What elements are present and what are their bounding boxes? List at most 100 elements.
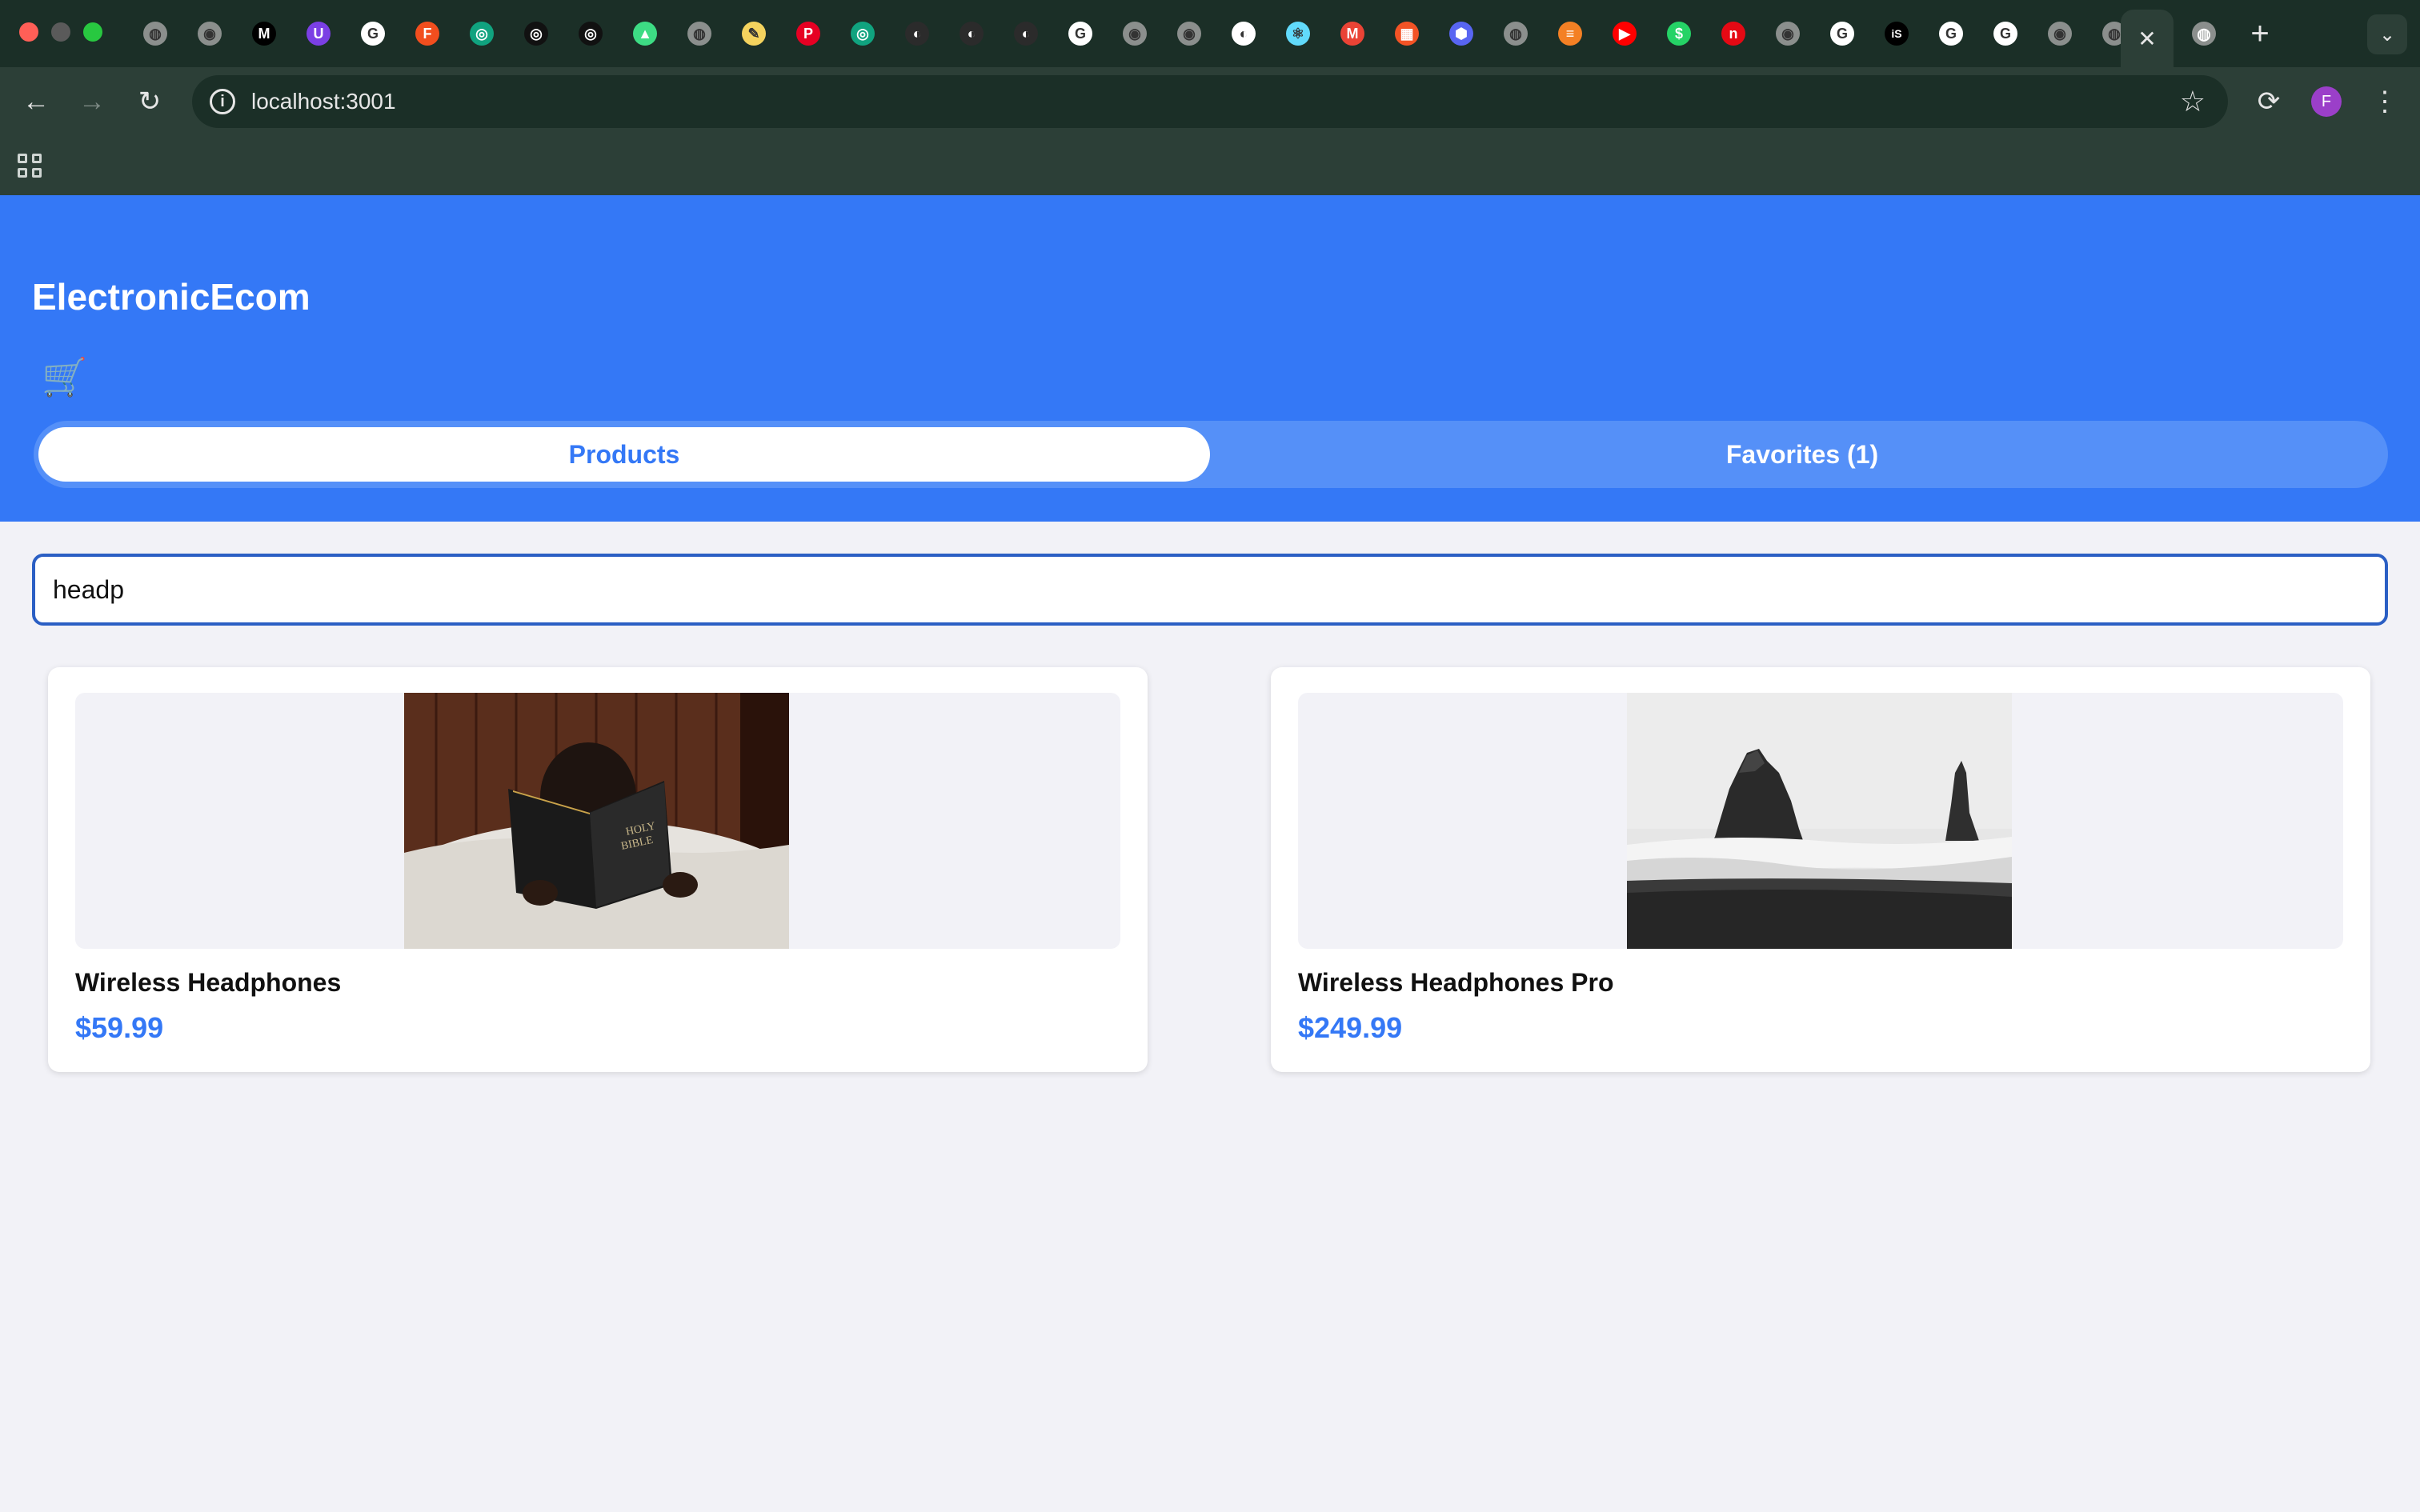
- child-reading-bible-photo: HOLY BIBLE: [404, 693, 789, 949]
- close-icon[interactable]: ✕: [2138, 26, 2156, 52]
- tab-list: ◍ ◉ M U G F ◎ ◎ ◎ ▲ ◍ ✎ P ◎ ◐ ◐ ◐ G ◉ ◉ ◐ ⚛ M ▦ ⬢ ◍ ≡ ▶ $ n ◉ GiS G G ◉ ◍: [128, 13, 2142, 54]
- product-card[interactable]: Wireless Headphones Pro $249.99: [1271, 667, 2370, 1072]
- tab[interactable]: G: [1924, 13, 1978, 54]
- figma-icon: F: [415, 22, 439, 46]
- tab[interactable]: ⬢: [1434, 13, 1488, 54]
- tab[interactable]: ◉: [1108, 13, 1162, 54]
- tab[interactable]: ◍: [672, 13, 727, 54]
- bookmarks-bar: [0, 134, 2420, 195]
- back-button[interactable]: ←: [16, 82, 56, 122]
- chrome-icon: ◉: [1123, 22, 1147, 46]
- chrome-icon: ◉: [1776, 22, 1800, 46]
- product-price: $59.99: [75, 1011, 164, 1044]
- forward-button[interactable]: →: [72, 82, 112, 122]
- tab[interactable]: ◐: [1216, 13, 1271, 54]
- extension-icon[interactable]: ⟳: [2249, 82, 2289, 122]
- app-title: ElectronicEcom: [32, 276, 311, 318]
- tab[interactable]: ◐: [890, 13, 944, 54]
- tab[interactable]: G: [346, 13, 400, 54]
- tab[interactable]: P: [781, 13, 835, 54]
- tab[interactable]: ◍: [2177, 13, 2231, 54]
- tab[interactable]: ◍: [1488, 13, 1543, 54]
- apps-grid-icon[interactable]: [18, 154, 42, 178]
- tab-segment: Products Favorites (1): [34, 421, 2388, 488]
- sea-stacks-beach-photo: [1627, 693, 2012, 949]
- profile-avatar[interactable]: F: [2311, 86, 2342, 117]
- tab[interactable]: ◎: [509, 13, 563, 54]
- tab[interactable]: ▲: [618, 13, 672, 54]
- tab[interactable]: ◎: [455, 13, 509, 54]
- chrome-icon: ◉: [198, 22, 222, 46]
- tab-products[interactable]: Products: [38, 427, 1210, 482]
- stackoverflow-icon: ≡: [1558, 22, 1582, 46]
- active-tab[interactable]: ✕: [2121, 10, 2174, 67]
- tab[interactable]: $: [1652, 13, 1706, 54]
- product-price: $249.99: [1298, 1011, 1403, 1044]
- pinterest-icon: P: [796, 22, 820, 46]
- tab[interactable]: ▦: [1380, 13, 1434, 54]
- tab[interactable]: n: [1706, 13, 1761, 54]
- chrome-icon: ◉: [1177, 22, 1201, 46]
- plus-icon: +: [2250, 15, 2270, 51]
- tab[interactable]: ◉: [1761, 13, 1815, 54]
- notes-icon: ✎: [742, 22, 766, 46]
- address-bar[interactable]: i localhost:3001 ☆: [192, 75, 2228, 128]
- hexagon-icon: ⬢: [1449, 22, 1473, 46]
- shopping-cart-icon[interactable]: 🛒: [42, 355, 87, 399]
- tab[interactable]: G: [1978, 13, 2033, 54]
- whatsapp-icon: $: [1667, 22, 1691, 46]
- github-icon: ◐: [905, 22, 929, 46]
- reload-button[interactable]: ↻: [130, 82, 170, 122]
- tab[interactable]: ◎: [835, 13, 890, 54]
- google-icon: G: [361, 22, 385, 46]
- browser-toolbar: ← → ↻ i localhost:3001 ☆ ⟳ F ⋮: [0, 67, 2420, 134]
- tab-favorites[interactable]: Favorites (1): [1221, 427, 2383, 482]
- tab[interactable]: ✎: [727, 13, 781, 54]
- tab-search-button[interactable]: ⌄: [2367, 14, 2407, 54]
- arrow-right-icon: →: [78, 86, 106, 117]
- tab[interactable]: ◐: [944, 13, 999, 54]
- bookmark-star-icon[interactable]: ☆: [2180, 85, 2206, 118]
- tab[interactable]: F: [400, 13, 455, 54]
- tab[interactable]: ◉: [182, 13, 237, 54]
- chevron-down-icon: ⌄: [2378, 23, 2396, 46]
- globe-icon: ◍: [2192, 22, 2216, 46]
- window-minimize-button[interactable]: [51, 22, 70, 42]
- more-menu-icon[interactable]: ⋮: [2369, 82, 2401, 122]
- globe-icon: ◍: [687, 22, 711, 46]
- tab[interactable]: G: [1815, 13, 1869, 54]
- product-name: Wireless Headphones Pro: [1298, 968, 1614, 997]
- android-icon: ▲: [633, 22, 657, 46]
- microsoft-icon: ▦: [1395, 22, 1419, 46]
- tab[interactable]: ≡: [1543, 13, 1597, 54]
- github-icon: ◐: [1232, 22, 1256, 46]
- tab[interactable]: ◍: [128, 13, 182, 54]
- window-zoom-button[interactable]: [83, 22, 102, 42]
- product-image-frame: HOLY BIBLE: [75, 693, 1120, 949]
- tab[interactable]: ▶: [1597, 13, 1652, 54]
- globe-icon: ◍: [143, 22, 167, 46]
- tab[interactable]: M: [237, 13, 291, 54]
- window-close-button[interactable]: [19, 22, 38, 42]
- tab[interactable]: G: [1053, 13, 1108, 54]
- tab[interactable]: ⚛: [1271, 13, 1325, 54]
- new-tab-button[interactable]: +: [2241, 14, 2279, 53]
- globe-icon: ◍: [1504, 22, 1528, 46]
- product-image-frame: [1298, 693, 2343, 949]
- openai-icon: ◎: [851, 22, 875, 46]
- google-icon: G: [1993, 22, 2017, 46]
- tab[interactable]: ◎: [563, 13, 618, 54]
- tab[interactable]: ◐: [999, 13, 1053, 54]
- product-card[interactable]: HOLY BIBLE Wireless Headphones $59.99: [48, 667, 1148, 1072]
- url-text[interactable]: localhost:3001: [251, 89, 396, 114]
- site-info-icon[interactable]: i: [210, 89, 235, 114]
- tab[interactable]: ◉: [1162, 13, 1216, 54]
- search-input[interactable]: [32, 554, 2388, 626]
- tab[interactable]: iS: [1869, 13, 1924, 54]
- tab[interactable]: U: [291, 13, 346, 54]
- tab[interactable]: M: [1325, 13, 1380, 54]
- tab[interactable]: ◉: [2033, 13, 2087, 54]
- chrome-icon: ◉: [2048, 22, 2072, 46]
- google-icon: G: [1830, 22, 1854, 46]
- u-icon: U: [307, 22, 331, 46]
